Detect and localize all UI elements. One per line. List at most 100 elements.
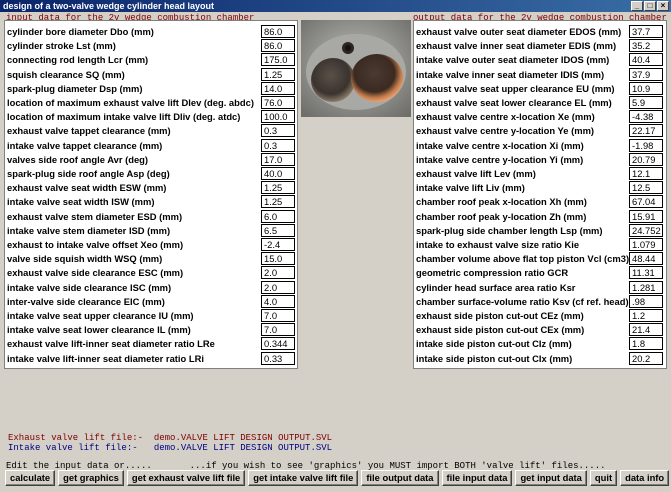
- output-value-field: -4.38: [629, 110, 663, 124]
- output-row: exhaust valve centre y-location Ye (mm) 2…: [414, 124, 666, 138]
- data-info-button[interactable]: data info: [620, 470, 670, 486]
- output-row: cylinder head surface area ratio Ksr 1.28…: [414, 280, 666, 295]
- input-value-field[interactable]: 100.0: [261, 110, 295, 124]
- input-label: exhaust to intake valve offset Xeo (mm): [7, 239, 184, 250]
- input-row: intake valve tappet clearance (mm) 0.3: [5, 138, 297, 153]
- input-value-field[interactable]: 7.0: [261, 309, 295, 322]
- output-value-field: 48.44: [629, 252, 663, 266]
- intake-file-label: Intake valve lift file:-: [8, 443, 138, 453]
- input-value-field[interactable]: 86.0: [261, 25, 295, 38]
- output-label: exhaust valve centre y-location Ye (mm): [416, 125, 595, 137]
- output-value-field: 24.752: [629, 223, 663, 237]
- output-value-field: 22.17: [629, 124, 663, 138]
- input-value-field[interactable]: 14.0: [261, 81, 295, 95]
- input-value-field[interactable]: 2.0: [261, 266, 295, 280]
- output-label: intake valve inner seat diameter IDIS (m…: [416, 68, 605, 80]
- output-label: chamber roof peak y-location Zh (mm): [416, 210, 587, 222]
- output-value-field: 12.5: [629, 181, 663, 195]
- minimize-button[interactable]: _: [631, 1, 643, 11]
- output-row: exhaust valve seat upper clearance EU (m…: [414, 81, 666, 96]
- get-input-data-button[interactable]: get input data: [515, 470, 587, 486]
- input-row: intake valve seat upper clearance IU (mm…: [5, 309, 297, 323]
- input-row: intake valve seat width ISW (mm) 1.25: [5, 195, 297, 209]
- combustion-chamber-photo: [301, 20, 411, 117]
- output-value-field: 11.31: [629, 266, 663, 280]
- close-button[interactable]: ×: [657, 1, 669, 11]
- output-row: chamber roof peak x-location Xh (mm) 67.0…: [414, 195, 666, 209]
- output-value-field: 21.4: [629, 323, 663, 337]
- input-value-field[interactable]: 40.0: [261, 167, 295, 180]
- button-bar: calculate get graphics get exhaust valve l…: [5, 470, 670, 486]
- input-value-field[interactable]: -2.4: [261, 238, 295, 251]
- input-row: exhaust to intake valve offset Xeo (mm) -…: [5, 238, 297, 252]
- input-label: spark-plug side roof angle Asp (deg): [7, 168, 170, 179]
- input-label: intake valve lift-inner seat diameter ra…: [7, 352, 204, 364]
- input-value-field[interactable]: 86.0: [261, 39, 295, 53]
- output-label: chamber roof peak x-location Xh (mm): [416, 196, 587, 208]
- file-input-data-button[interactable]: file input data: [441, 470, 513, 486]
- input-value-field[interactable]: 6.5: [261, 223, 295, 237]
- output-label: intake valve centre x-location Xi (mm): [416, 139, 584, 151]
- output-label: geometric compression ratio GCR: [416, 267, 569, 279]
- input-label: intake valve side clearance ISC (mm): [7, 281, 172, 293]
- output-value-field: 20.2: [629, 351, 663, 365]
- input-value-field[interactable]: 17.0: [261, 152, 295, 166]
- input-row: spark-plug side roof angle Asp (deg) 40.0: [5, 167, 297, 181]
- input-row: exhaust valve seat width ESW (mm) 1.25: [5, 181, 297, 195]
- get-exhaust-valve-lift-file-button[interactable]: get exhaust valve lift file: [126, 470, 246, 486]
- input-row: exhaust valve tappet clearance (mm) 0.3: [5, 124, 297, 138]
- output-label: chamber volume above flat top piston Vcl…: [416, 253, 630, 265]
- calculate-button[interactable]: calculate: [5, 470, 56, 486]
- input-value-field[interactable]: 1.25: [261, 195, 295, 209]
- input-label: exhaust valve tappet clearance (mm): [7, 125, 171, 137]
- output-value-field: 67.04: [629, 195, 663, 209]
- input-value-field[interactable]: 0.344: [261, 337, 295, 351]
- input-label: intake valve seat lower clearance IL (mm…: [7, 324, 191, 336]
- input-value-field[interactable]: 0.33: [261, 351, 295, 365]
- output-row: intake valve centre y-location Yi (mm) 20…: [414, 152, 666, 167]
- maximize-button[interactable]: □: [644, 1, 656, 11]
- output-value-field: 5.9: [629, 96, 663, 109]
- output-row: exhaust valve outer seat diameter EDOS (…: [414, 25, 666, 39]
- input-value-field[interactable]: 1.25: [261, 181, 295, 195]
- output-label: exhaust valve centre x-location Xe (mm): [416, 111, 595, 123]
- file-output-data-button[interactable]: file output data: [361, 470, 439, 486]
- input-value-field[interactable]: 4.0: [261, 294, 295, 308]
- input-label: exhaust valve side clearance ESC (mm): [7, 267, 184, 279]
- input-label: exhaust valve lift-inner seat diameter r…: [7, 338, 215, 350]
- input-value-field[interactable]: 175.0: [261, 53, 295, 67]
- output-row: chamber volume above flat top piston Vcl…: [414, 252, 666, 266]
- intake-file-value: demo.VALVE LIFT DESIGN OUTPUT.SVL: [153, 443, 333, 453]
- output-label: cylinder head surface area ratio Ksr: [416, 281, 576, 293]
- input-value-field[interactable]: 15.0: [261, 252, 295, 266]
- output-label: intake side piston cut-out CIx (mm): [416, 352, 573, 364]
- output-value-field: 1.079: [629, 238, 663, 251]
- input-row: cylinder stroke Lst (mm) 86.0: [5, 39, 297, 53]
- output-label: intake valve lift Liv (mm): [416, 182, 525, 194]
- input-label: inter-valve side clearance EIC (mm): [7, 295, 165, 307]
- exhaust-file-label: Exhaust valve lift file:-: [8, 433, 144, 443]
- output-value-field: 1.2: [629, 309, 663, 322]
- input-value-field[interactable]: 6.0: [261, 209, 295, 223]
- input-value-field[interactable]: 76.0: [261, 96, 295, 109]
- get-intake-valve-lift-file-button[interactable]: get intake valve lift file: [248, 470, 359, 486]
- output-label: chamber surface-volume ratio Ksv (cf ref…: [416, 295, 629, 307]
- output-label: intake to exhaust valve size ratio Kie: [416, 239, 580, 250]
- output-value-field: 40.4: [629, 53, 663, 67]
- input-label: location of maximum exhaust valve lift D…: [7, 97, 254, 108]
- get-graphics-button[interactable]: get graphics: [58, 470, 124, 486]
- input-row: exhaust valve lift-inner seat diameter r…: [5, 337, 297, 351]
- input-value-field[interactable]: 0.3: [261, 124, 295, 138]
- output-row: chamber roof peak y-location Zh (mm) 15.9…: [414, 209, 666, 224]
- output-label: exhaust valve inner seat diameter EDIS (…: [416, 40, 617, 52]
- input-value-field[interactable]: 1.25: [261, 67, 295, 81]
- quit-button[interactable]: quit: [589, 470, 618, 486]
- input-data-panel: cylinder bore diameter Dbo (mm) 86.0 cylin…: [4, 20, 298, 369]
- input-value-field[interactable]: 2.0: [261, 280, 295, 294]
- input-value-field[interactable]: 7.0: [261, 323, 295, 337]
- input-value-field[interactable]: 0.3: [261, 138, 295, 152]
- exhaust-file-line: Exhaust valve lift file:- demo.VALVE LIF…: [8, 433, 332, 443]
- output-value-field: 20.79: [629, 152, 663, 166]
- input-label: valve side squish width WSQ (mm): [7, 253, 163, 265]
- output-value-field: 35.2: [629, 39, 663, 53]
